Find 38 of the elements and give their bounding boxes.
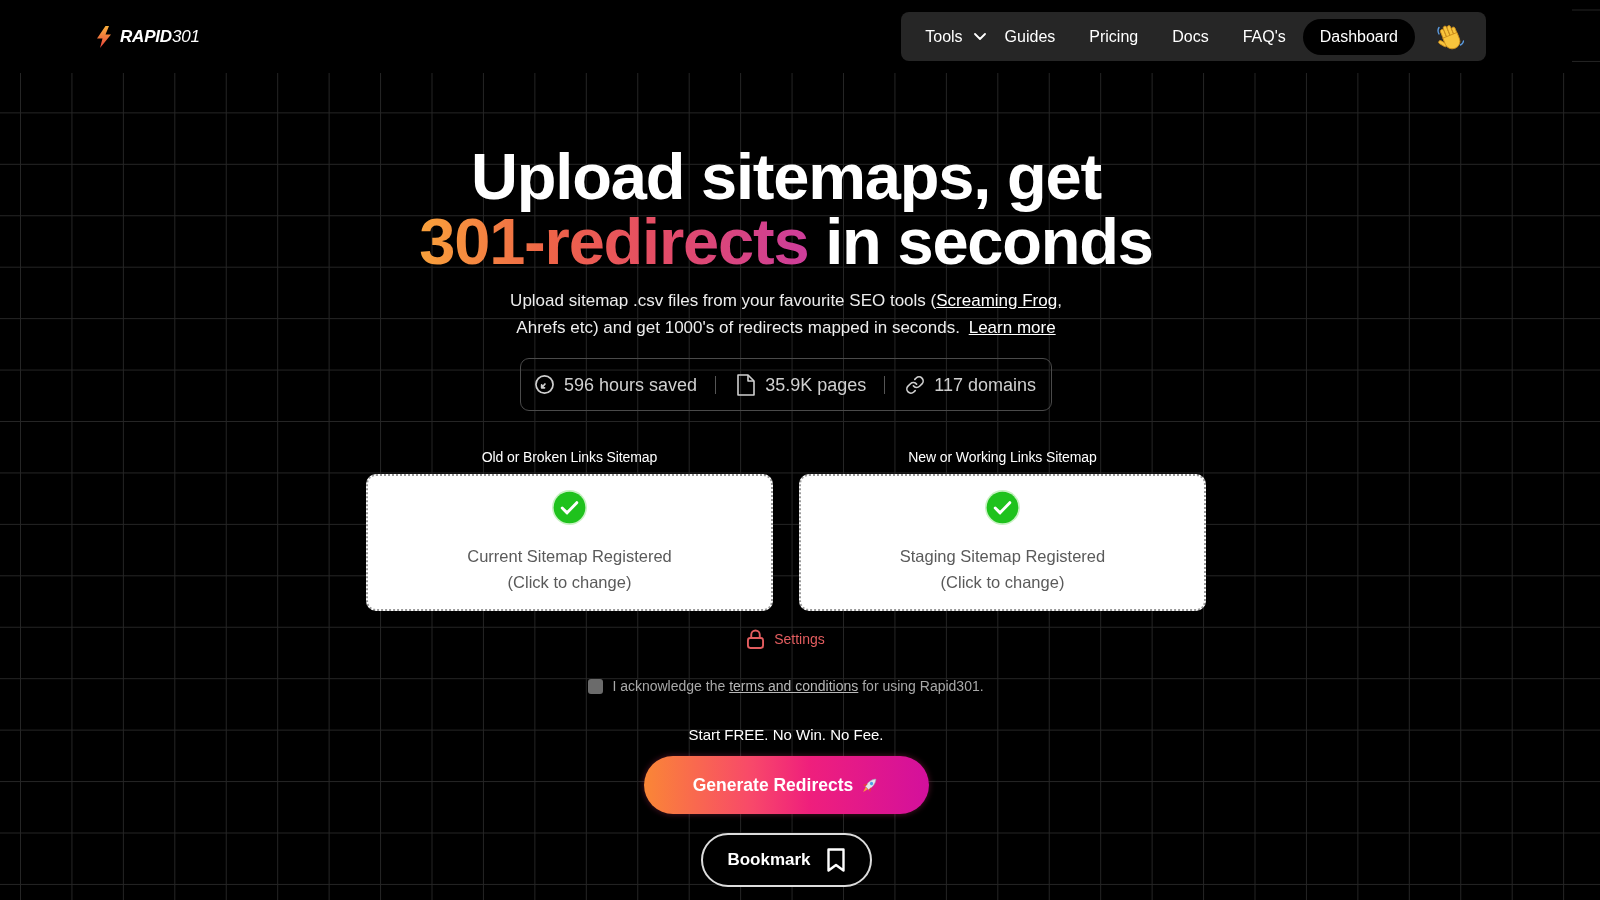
subtitle-text: Upload sitemap .csv files from your favourite SEO tools (Screaming Frog, Ahrefs etc) and get 1000's of redirects mapped in seconds. Learn more (509, 290, 1063, 339)
bookmark-icon (826, 848, 845, 872)
upload-label: New or Working Links Sitemap (908, 448, 1097, 466)
upload-label: Old or Broken Links Sitemap (481, 448, 658, 466)
learn-more-link[interactable]: Learn more (968, 317, 1056, 337)
upload-hint: (Click to change) (507, 572, 632, 593)
bookmark-button[interactable]: Bookmark (700, 833, 872, 887)
settings-button[interactable]: Settings (747, 628, 825, 650)
tagline-text: Start FREE. No Win. No Fee. (688, 725, 884, 745)
nav-link[interactable]: Docs (1155, 18, 1226, 55)
nav-link[interactable]: Guides (987, 18, 1073, 55)
upload-status: Staging Sitemap Registered (899, 546, 1106, 567)
terms-link[interactable]: terms and conditions (729, 678, 859, 694)
rocket-icon (860, 775, 880, 795)
logo-text[interactable]: RAPID301 (120, 26, 200, 47)
upload-status: Current Sitemap Registered (467, 546, 672, 567)
chevron-down-icon (973, 33, 986, 40)
nav-button[interactable]: Dashboard (1302, 18, 1415, 55)
nav-link[interactable]: Pricing (1072, 18, 1156, 55)
upload-hint: (Click to change) (940, 572, 1065, 593)
lock-icon (747, 629, 765, 649)
nav-link[interactable]: FAQ's (1225, 18, 1303, 55)
terms-checkbox[interactable] (588, 678, 604, 694)
stat-text: 596 hours saved (564, 373, 698, 396)
lightning-bolt-icon (97, 25, 111, 48)
link-icon (906, 375, 925, 394)
inline-link[interactable]: Screaming Frog (936, 291, 1058, 310)
generate-redirects-button[interactable]: Generate Redirects (643, 756, 929, 814)
file-icon (737, 373, 756, 396)
waving-hand-icon (1436, 22, 1464, 51)
headline: Upload sitemaps, get 301-redirects in seconds (419, 144, 1153, 274)
upload-card[interactable]: Staging Sitemap Registered (Click to change) (799, 474, 1206, 611)
clock-icon (535, 375, 555, 394)
terms-text: I acknowledge the terms and conditions for using Rapid301. (612, 677, 984, 696)
stat-text: 117 domains (934, 373, 1036, 396)
upload-card[interactable]: Current Sitemap Registered (Click to change) (366, 474, 773, 611)
nav-dropdown[interactable]: Tools (908, 18, 988, 55)
stat-text: 35.9K pages (765, 373, 867, 396)
